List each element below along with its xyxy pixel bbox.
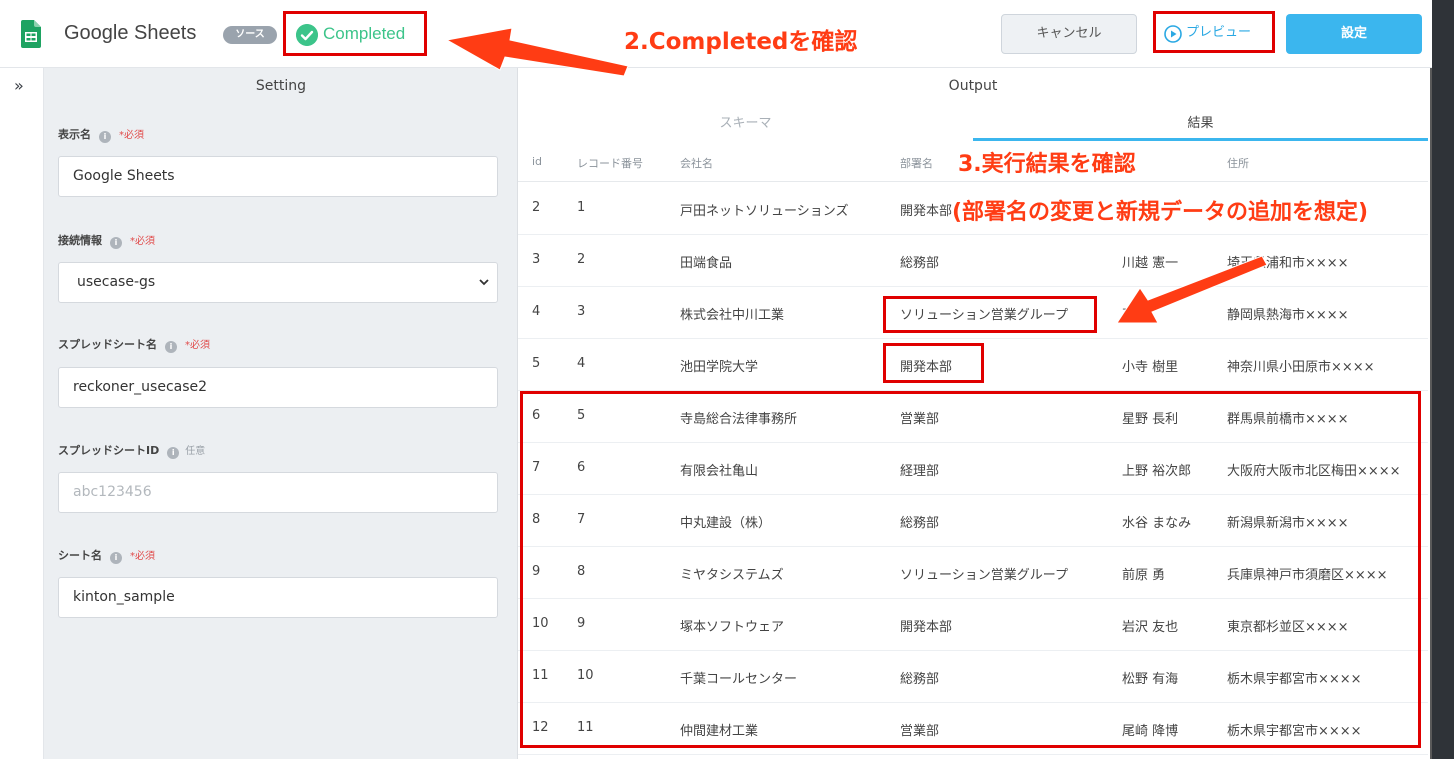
status-highlight-box: Completed [283,11,427,56]
cell-address: 静岡県熱海市×××× [1227,308,1349,323]
source-badge: ソース [223,26,277,44]
column-header-company: 会社名 [680,157,713,170]
cell-department: 総務部 [900,256,940,271]
required-tag: *必須 [130,551,155,562]
cell-id: 3 [532,252,541,267]
status-text: Completed [323,24,406,43]
cell-id: 4 [532,304,541,319]
double-chevron-right-icon[interactable]: » [14,76,24,95]
table-row: 3 2 田端食品 総務部 川越 憲一 埼玉県浦和市×××× [518,235,1428,287]
preview-highlight-box: プレビュー [1153,11,1275,53]
cell-id: 5 [532,356,541,371]
cell-company: 田端食品 [680,256,733,271]
cell-person: 戸 [1122,308,1136,323]
cell-department: 開発本部 [900,204,953,219]
cell-person: 小寺 樹里 [1122,360,1179,375]
annotation-step3-note: (部署名の変更と新規データの追加を想定) [952,200,1369,225]
cell-company: 池田学院大学 [680,360,759,375]
chevron-down-icon [479,279,489,286]
required-tag: *必須 [185,340,210,351]
setting-panel: Setting 表示名 i *必須 Google Sheets 接続情報 i *必須 u… [44,68,518,759]
cell-person: 川越 憲一 [1122,256,1179,271]
optional-tag: 任意 [185,446,206,457]
cell-address: 神奈川県小田原市×××× [1227,360,1375,375]
spreadsheet-id-label: スプレッドシートID i 任意 [58,442,205,459]
preview-label: プレビュー [1186,25,1252,40]
cancel-button[interactable]: キャンセル [1001,14,1137,54]
active-tab-indicator [973,138,1428,141]
info-icon[interactable]: i [99,131,111,143]
new-rows-box [520,391,1421,748]
google-sheets-icon [21,20,41,48]
cell-record-no: 4 [577,356,586,371]
setting-title: Setting [255,78,307,94]
field-label-text: スプレッドシートID [58,444,160,457]
spreadsheet-name-input[interactable]: reckoner_usecase2 [58,367,498,408]
field-label-text: スプレッドシート名 [58,338,157,351]
connection-label: 接続情報 i *必須 [58,232,155,249]
preview-button[interactable]: プレビュー [1160,20,1251,46]
cell-record-no: 2 [577,252,586,267]
spreadsheet-id-input[interactable]: abc123456 [58,472,498,513]
set-button[interactable]: 設定 [1286,14,1422,54]
required-tag: *必須 [119,130,144,141]
cell-company: 株式会社中川工業 [680,308,785,323]
field-label-text: 接続情報 [58,234,102,247]
output-title: Output [948,78,998,94]
department-change-box [883,343,984,383]
annotation-step3: 3.実行結果を確認 [958,152,1136,177]
play-circle-icon [1164,25,1182,43]
display-name-input[interactable]: Google Sheets [58,156,498,197]
side-rail: » [0,68,44,759]
cell-company: 戸田ネットソリューションズ [680,204,849,219]
display-name-label: 表示名 i *必須 [58,126,144,143]
check-circle-icon [296,24,318,46]
connection-select[interactable]: usecase-gs [58,262,498,303]
column-header-department: 部署名 [900,157,933,170]
cell-record-no: 1 [577,200,586,215]
cell-record-no: 3 [577,304,586,319]
field-label-text: シート名 [58,549,102,562]
connection-select-value: usecase-gs [77,274,156,290]
info-icon[interactable]: i [167,447,180,459]
info-icon[interactable]: i [110,237,122,249]
info-icon[interactable]: i [165,341,177,353]
column-header-address: 住所 [1227,157,1249,170]
tab-schema[interactable]: スキーマ [518,112,973,140]
spreadsheet-name-label: スプレッドシート名 i *必須 [58,336,210,353]
column-header-id: id [532,155,543,168]
app-title: Google Sheets [64,22,197,44]
required-tag: *必須 [130,236,155,247]
annotation-step2: 2.Completedを確認 [624,29,858,55]
sheet-name-input[interactable]: kinton_sample [58,577,498,618]
cell-address: 埼玉県浦和市×××× [1227,256,1349,271]
field-label-text: 表示名 [58,128,91,141]
column-header-record-no: レコード番号 [577,157,643,170]
sheet-name-label: シート名 i *必須 [58,547,155,564]
info-icon[interactable]: i [110,552,122,564]
department-change-box [883,296,1097,333]
tab-result[interactable]: 結果 [973,112,1428,140]
cell-id: 2 [532,200,541,215]
